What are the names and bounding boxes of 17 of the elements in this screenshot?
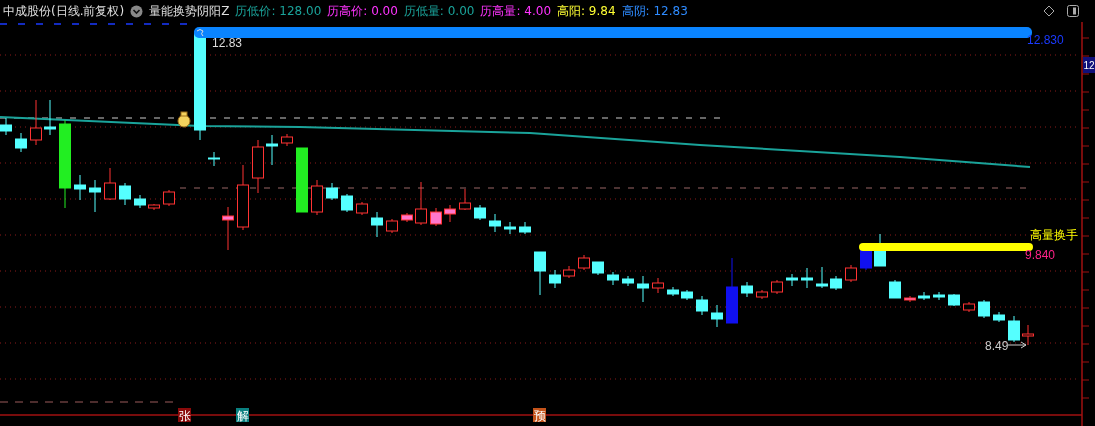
signal-label: 解 xyxy=(236,409,249,423)
price-axis-tag: 12 xyxy=(1083,57,1095,73)
indicator-stat: 高阴: 12.83 xyxy=(621,2,688,20)
indicator-stat: 高阳: 9.84 xyxy=(557,2,616,20)
indicator-stat: 历低量: 0.00 xyxy=(403,2,475,20)
indicator-stat: 历高价: 0.00 xyxy=(327,2,398,20)
security-title: 中成股份(日线.前复权) xyxy=(3,2,125,20)
signal-label: 预 xyxy=(533,409,546,423)
indicator-name: 量能换势阴阳Z xyxy=(149,2,230,20)
signal-label: 张 xyxy=(178,409,191,423)
bar-value-label: 12.83 xyxy=(212,36,243,50)
bar-value-label: 12.830 xyxy=(1027,33,1064,47)
bar-value-label: 9.840 xyxy=(1025,248,1056,262)
indicator-stat: 历低价: 128.00 xyxy=(235,2,322,20)
last-price-label: 8.49 xyxy=(985,339,1009,353)
volume-label: 高量换手 xyxy=(1030,228,1078,242)
indicator-stat: 历高量: 4.00 xyxy=(480,2,551,20)
